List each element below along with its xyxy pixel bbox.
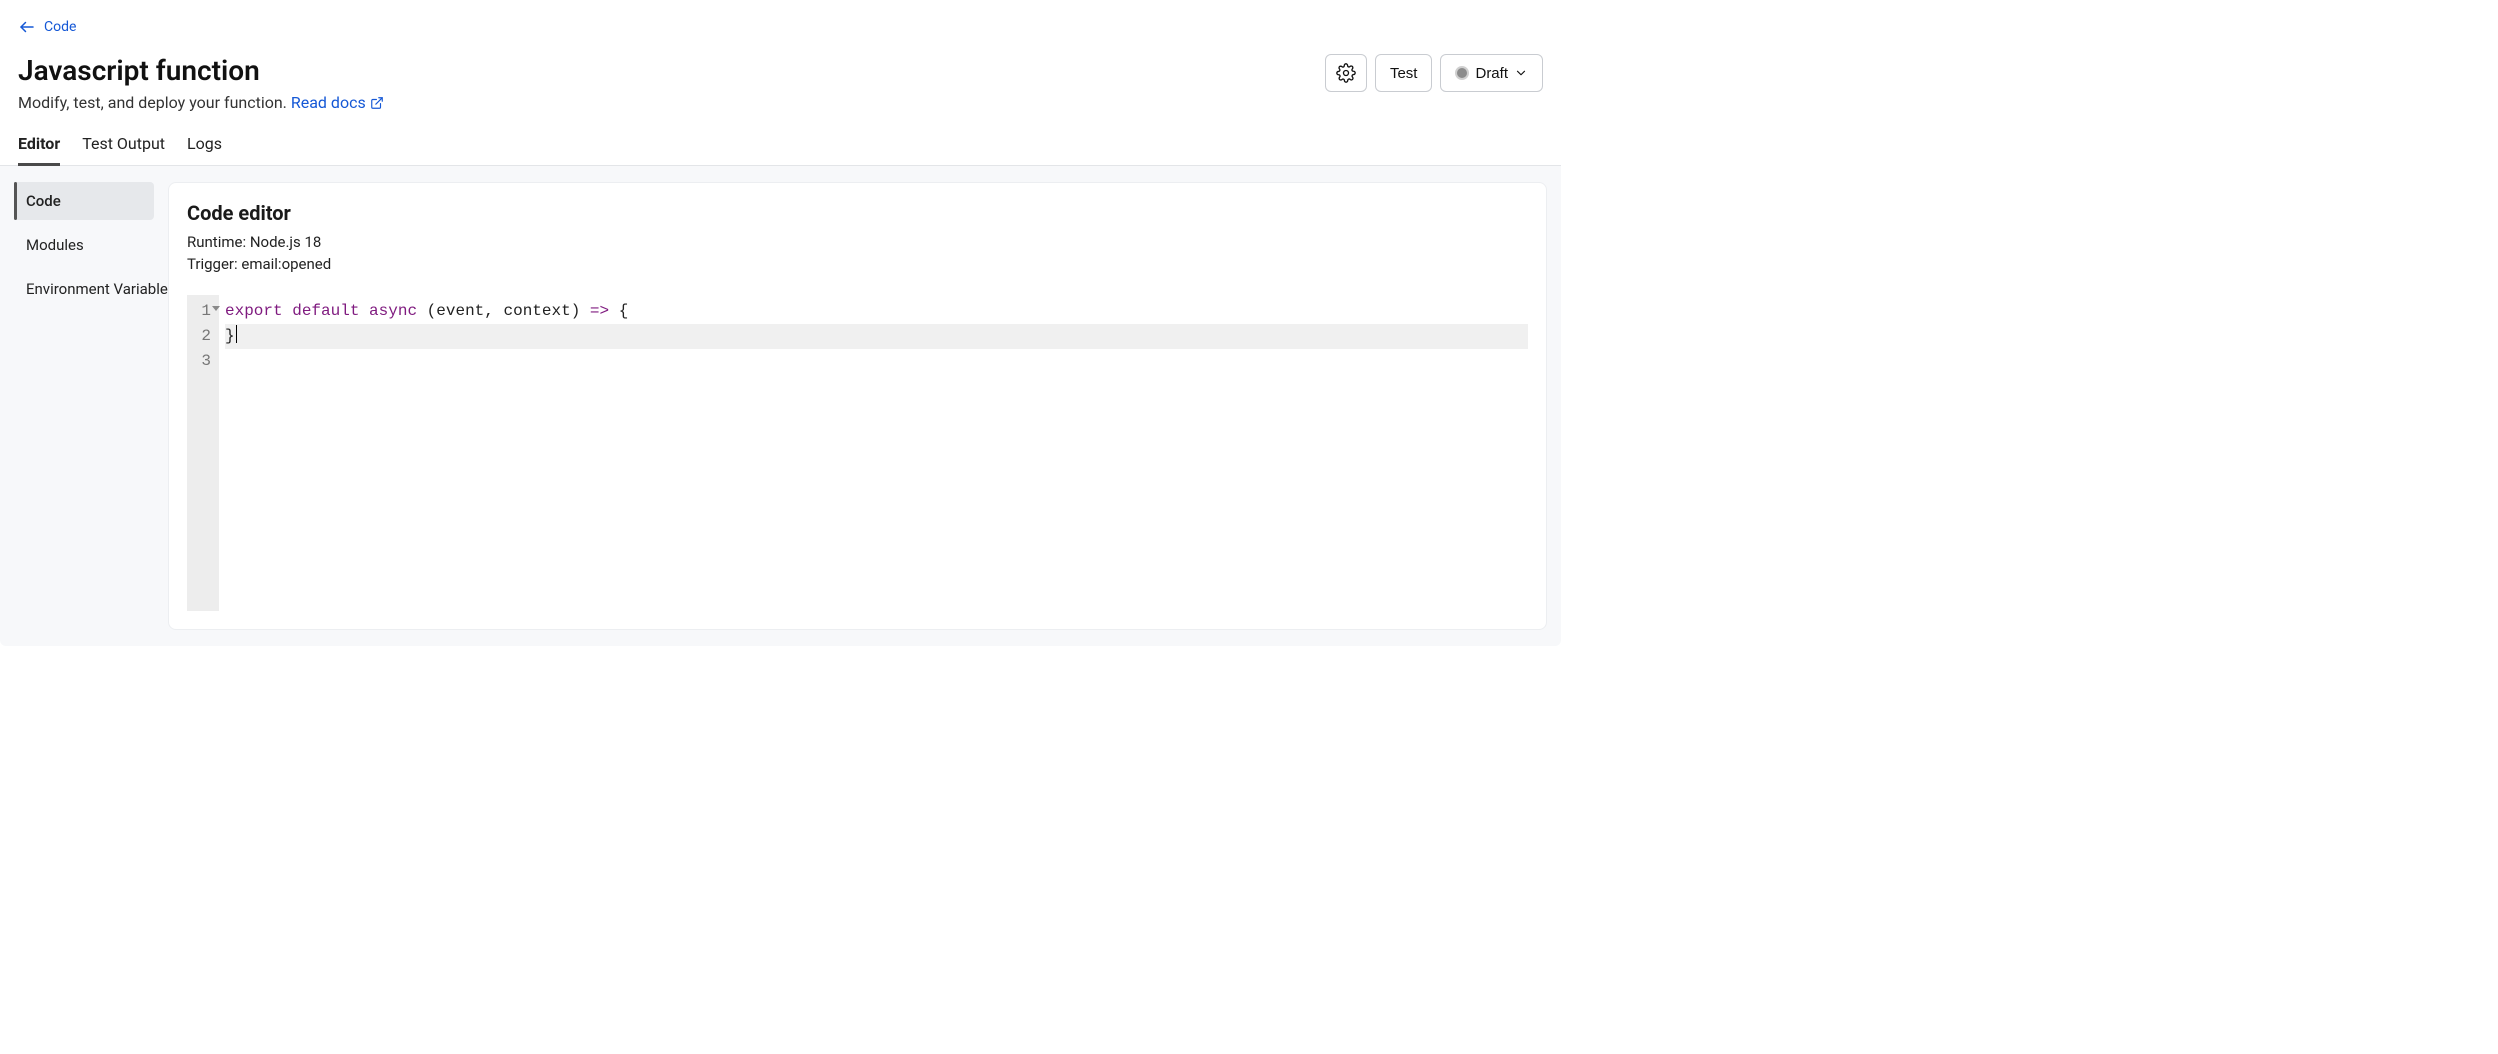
gear-icon xyxy=(1336,63,1356,83)
tab-test-output[interactable]: Test Output xyxy=(82,134,165,165)
line-gutter: 123 xyxy=(187,295,219,611)
read-docs-link[interactable]: Read docs xyxy=(291,93,384,112)
side-nav: Code Modules Environment Variables xyxy=(14,182,154,630)
sidenav-item-modules[interactable]: Modules xyxy=(14,226,154,264)
external-link-icon xyxy=(370,96,384,110)
page-title: Javascript function xyxy=(18,54,384,87)
line-number: 2 xyxy=(195,324,211,349)
code-lines[interactable]: export default async (event, context) =>… xyxy=(219,295,1528,611)
status-dot-icon xyxy=(1455,66,1469,80)
breadcrumb-label: Code xyxy=(44,19,76,35)
tab-logs[interactable]: Logs xyxy=(187,134,222,165)
page-subtitle: Modify, test, and deploy your function. … xyxy=(18,93,384,112)
test-button[interactable]: Test xyxy=(1375,54,1433,92)
trigger-line: Trigger: email:opened xyxy=(187,255,1528,273)
arrow-left-icon xyxy=(18,18,36,36)
tab-editor[interactable]: Editor xyxy=(18,134,60,165)
tabs: Editor Test Output Logs xyxy=(0,112,1561,166)
code-line[interactable]: export default async (event, context) =>… xyxy=(225,299,1528,324)
test-button-label: Test xyxy=(1390,65,1418,82)
line-number: 3 xyxy=(195,349,211,374)
line-number: 1 xyxy=(195,299,211,324)
sidenav-item-code[interactable]: Code xyxy=(14,182,154,220)
settings-button[interactable] xyxy=(1325,54,1367,92)
status-label: Draft xyxy=(1475,65,1508,82)
chevron-down-icon xyxy=(1514,66,1528,80)
editor-title: Code editor xyxy=(187,201,1528,225)
text-cursor xyxy=(236,325,237,343)
breadcrumb-back[interactable]: Code xyxy=(18,18,76,36)
read-docs-label: Read docs xyxy=(291,93,366,112)
runtime-line: Runtime: Node.js 18 xyxy=(187,233,1528,251)
code-editor-card: Code editor Runtime: Node.js 18 Trigger:… xyxy=(168,182,1547,630)
code-line[interactable]: } xyxy=(225,324,1528,349)
sidenav-item-env-vars[interactable]: Environment Variables xyxy=(14,270,154,308)
status-dropdown[interactable]: Draft xyxy=(1440,54,1543,92)
code-editor[interactable]: 123 export default async (event, context… xyxy=(187,295,1528,611)
subtitle-text: Modify, test, and deploy your function. xyxy=(18,93,291,112)
